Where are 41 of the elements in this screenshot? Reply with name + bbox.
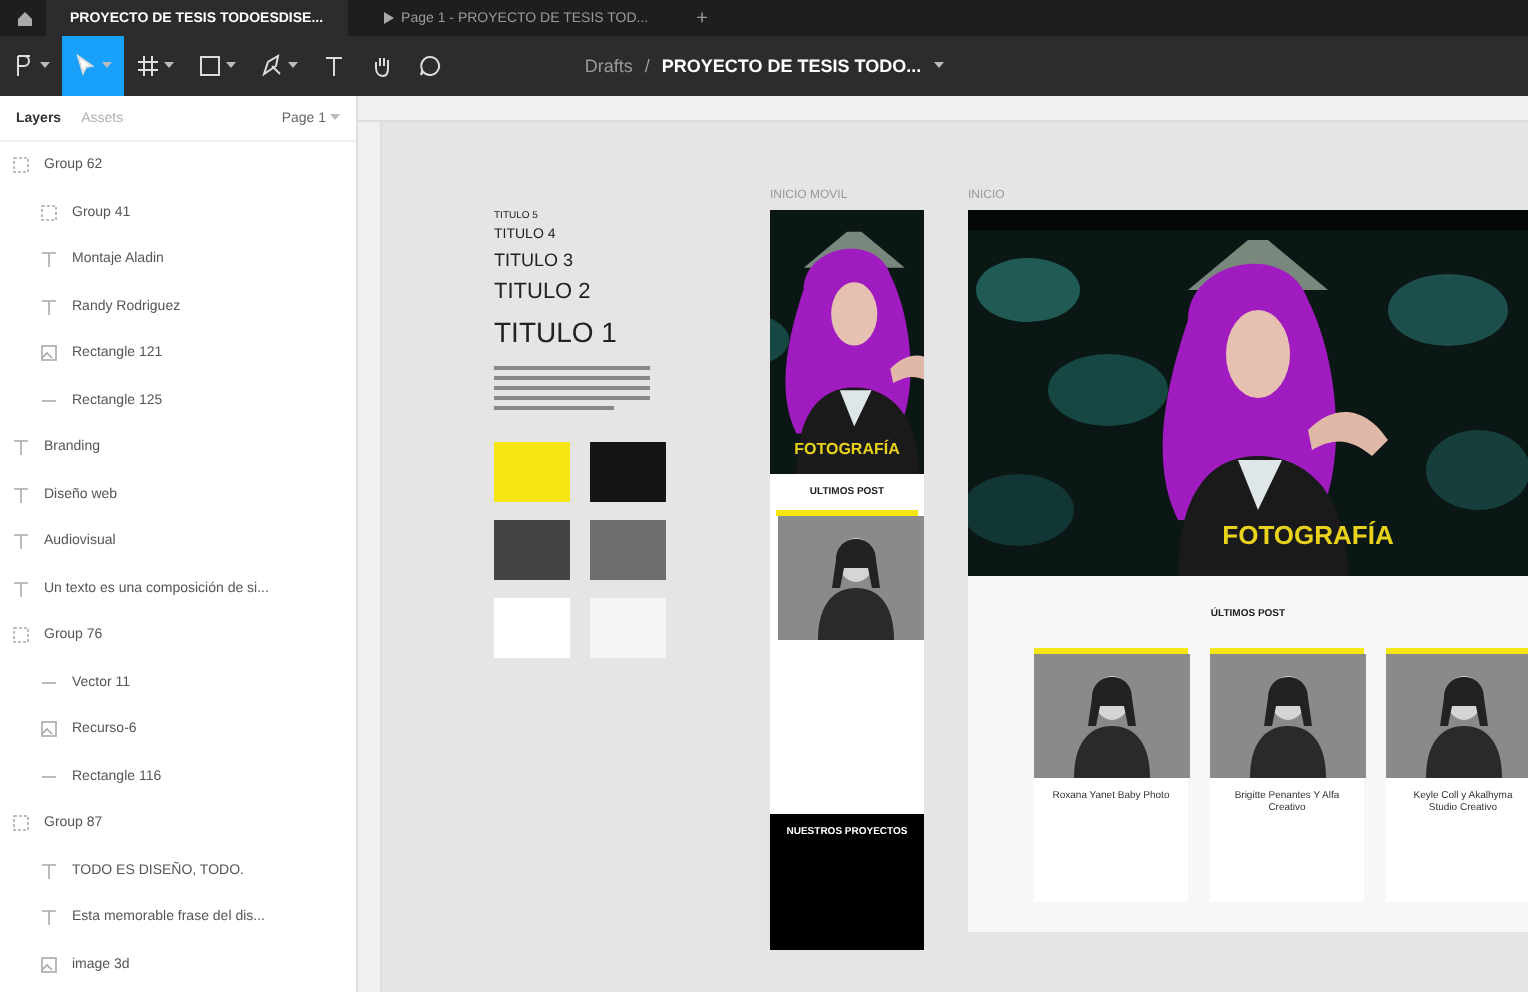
home-icon[interactable]	[16, 9, 34, 27]
pen-icon	[260, 54, 284, 78]
image-icon	[40, 720, 58, 739]
group-icon	[40, 203, 58, 222]
text-tool-icon	[322, 54, 346, 78]
caret-icon	[288, 62, 298, 70]
caret-icon	[40, 62, 50, 70]
hand-icon	[370, 54, 394, 78]
file-name[interactable]: PROYECTO DE TESIS TODO...	[661, 56, 922, 76]
group-icon	[12, 814, 30, 833]
cursor-icon	[74, 54, 98, 78]
text-layer-icon	[12, 438, 30, 457]
text-layer-icon	[40, 861, 58, 880]
caret-icon	[933, 62, 944, 70]
text-layer-icon	[40, 250, 58, 269]
text-layer-icon	[12, 485, 30, 504]
image-icon	[40, 344, 58, 363]
main-menu-icon	[12, 54, 36, 78]
image-icon	[40, 955, 58, 974]
hero-title: FOTOGRAFÍA	[1220, 520, 1396, 550]
breadcrumb-separator: /	[644, 56, 650, 76]
group-icon	[12, 626, 30, 645]
heading-sample: TITULO 1	[494, 315, 619, 348]
text-layer-icon	[40, 297, 58, 316]
rectangle-icon	[198, 54, 222, 78]
heading-sample: TITULO 2	[494, 279, 593, 304]
comment-icon	[418, 54, 442, 78]
new-tab-button[interactable]: +	[696, 7, 708, 29]
text-layer-icon	[12, 532, 30, 551]
caret-icon	[330, 114, 340, 122]
heading-sample: TITULO 3	[494, 249, 576, 270]
caret-icon	[164, 62, 174, 70]
group-icon	[12, 156, 30, 175]
text-layer-icon	[40, 908, 58, 927]
folder-link[interactable]: Drafts	[584, 56, 633, 76]
frame-icon	[136, 54, 160, 78]
play-icon	[383, 12, 394, 24]
caret-icon	[102, 62, 112, 70]
hero-title: FOTOGRAFÍA	[792, 440, 902, 458]
caret-icon	[226, 62, 236, 70]
text-layer-icon	[12, 579, 30, 598]
